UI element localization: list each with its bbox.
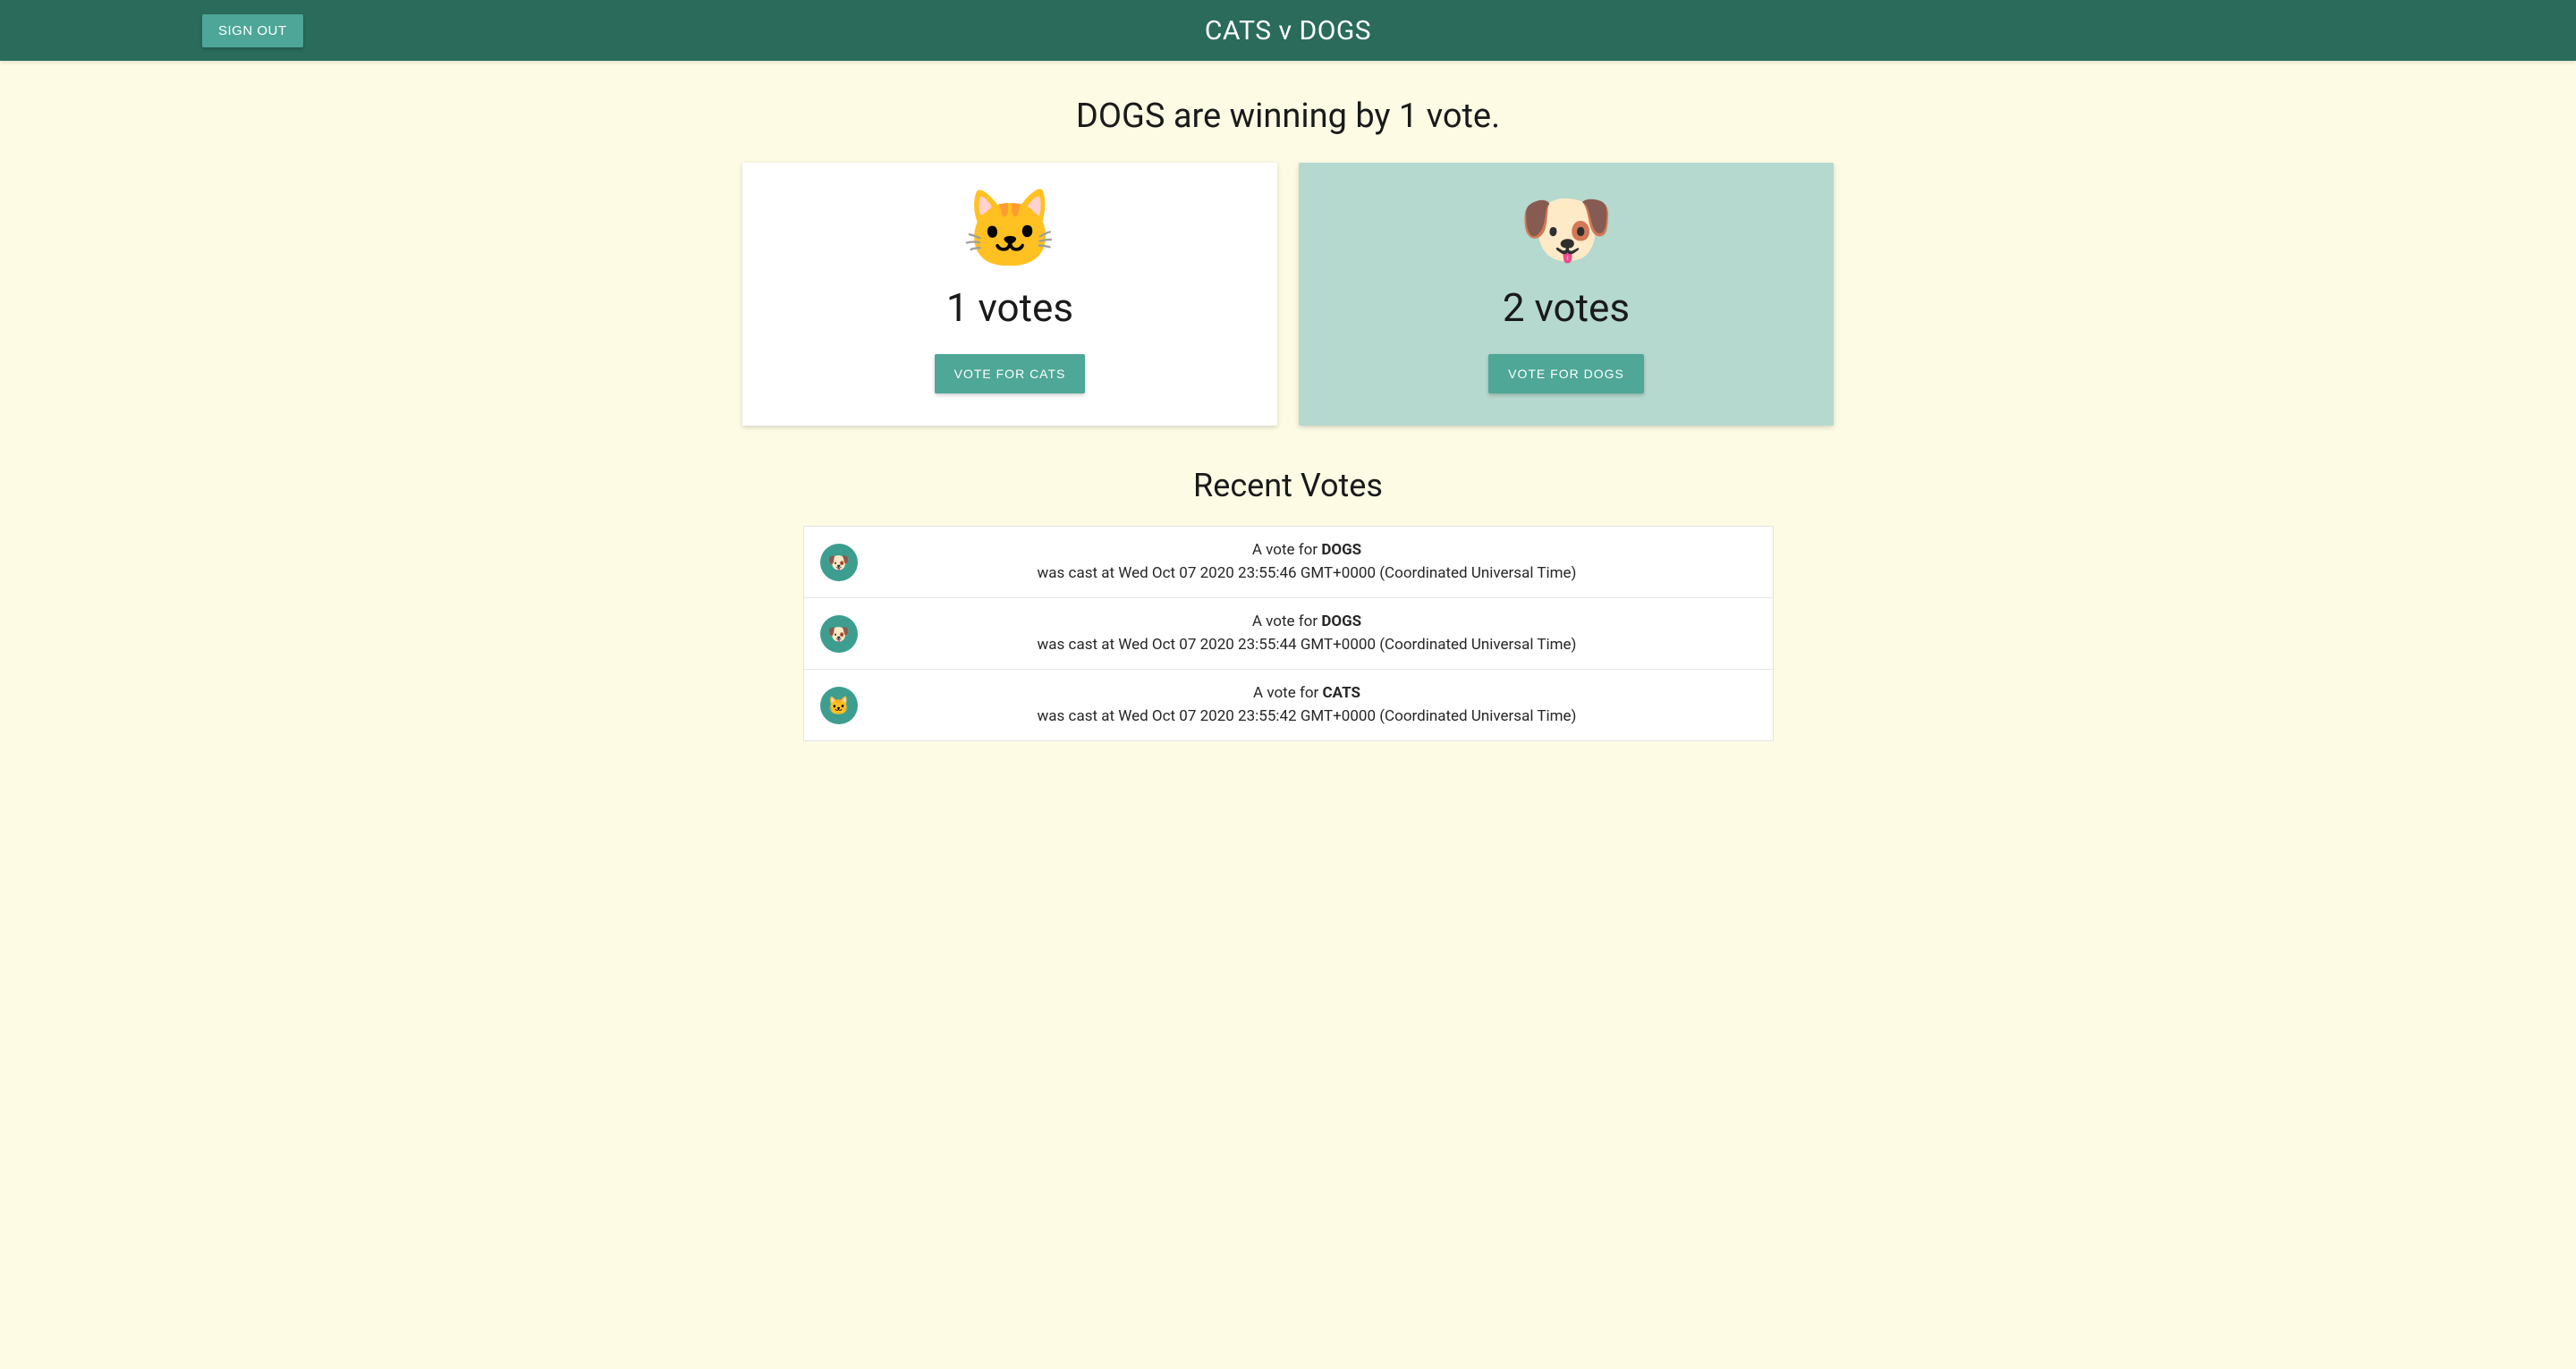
cat-icon: 🐱 xyxy=(827,695,850,716)
vote-timestamp: Wed Oct 07 2020 23:55:42 GMT+0000 (Coord… xyxy=(1118,707,1576,725)
recent-votes-heading: Recent Votes xyxy=(742,467,1834,504)
avatar: 🐶 xyxy=(820,615,858,653)
cats-vote-count: 1 votes xyxy=(764,284,1256,331)
vote-target: CATS xyxy=(1323,684,1360,702)
vote-cards-row: 🐱 1 votes VOTE FOR CATS 🐶 2 votes VOTE F… xyxy=(742,163,1834,426)
dogs-vote-card: 🐶 2 votes VOTE FOR DOGS xyxy=(1299,163,1834,426)
main-container: DOGS are winning by 1 vote. 🐱 1 votes VO… xyxy=(733,97,1843,741)
vote-target: DOGS xyxy=(1321,541,1361,559)
vote-timestamp: Wed Oct 07 2020 23:55:46 GMT+0000 (Coord… xyxy=(1118,564,1576,582)
recent-vote-text: A vote for DOGS was cast at Wed Oct 07 2… xyxy=(858,539,1757,585)
avatar: 🐱 xyxy=(820,687,858,724)
vote-cats-button[interactable]: VOTE FOR CATS xyxy=(935,354,1086,393)
cat-icon: 🐱 xyxy=(764,191,1256,268)
dog-icon: 🐶 xyxy=(827,552,850,573)
app-title: CATS v DOGS xyxy=(1205,15,1371,46)
cats-vote-card: 🐱 1 votes VOTE FOR CATS xyxy=(742,163,1277,426)
recent-votes-list: 🐶 A vote for DOGS was cast at Wed Oct 07… xyxy=(803,526,1774,741)
recent-vote-text: A vote for CATS was cast at Wed Oct 07 2… xyxy=(858,682,1757,728)
navbar: SIGN OUT CATS v DOGS xyxy=(0,0,2576,61)
dogs-vote-count: 2 votes xyxy=(1320,284,1812,331)
vote-dogs-button[interactable]: VOTE FOR DOGS xyxy=(1488,354,1644,393)
vote-target: DOGS xyxy=(1321,613,1361,630)
dog-icon: 🐶 xyxy=(1320,191,1812,268)
dog-icon: 🐶 xyxy=(827,623,850,645)
recent-vote-text: A vote for DOGS was cast at Wed Oct 07 2… xyxy=(858,611,1757,656)
sign-out-button[interactable]: SIGN OUT xyxy=(202,14,303,47)
list-item: 🐶 A vote for DOGS was cast at Wed Oct 07… xyxy=(804,527,1773,598)
list-item: 🐱 A vote for CATS was cast at Wed Oct 07… xyxy=(804,670,1773,740)
avatar: 🐶 xyxy=(820,544,858,581)
list-item: 🐶 A vote for DOGS was cast at Wed Oct 07… xyxy=(804,598,1773,670)
winning-status-heading: DOGS are winning by 1 vote. xyxy=(742,97,1834,136)
vote-timestamp: Wed Oct 07 2020 23:55:44 GMT+0000 (Coord… xyxy=(1118,636,1576,654)
